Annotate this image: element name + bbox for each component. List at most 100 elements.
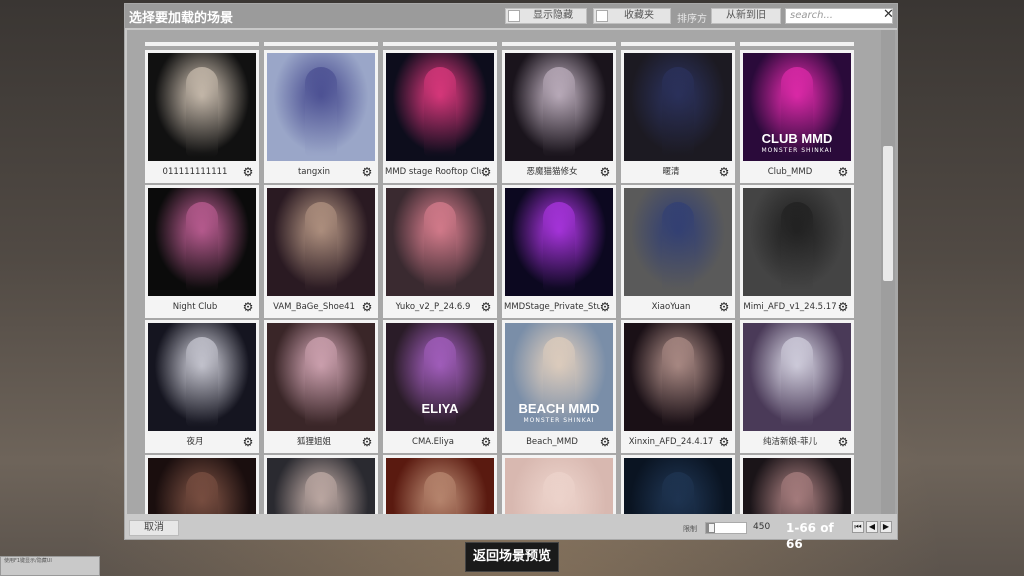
figure-silhouette <box>424 67 456 157</box>
return-to-preview-button[interactable]: 返回场景预览 <box>465 542 559 572</box>
scene-thumbnail[interactable] <box>148 323 256 431</box>
limit-value: 450 <box>753 522 771 532</box>
scene-thumbnail[interactable] <box>267 188 375 296</box>
scene-tile[interactable]: XiaoYuan ⚙ <box>621 185 735 318</box>
search-input[interactable]: search... <box>785 8 893 24</box>
favorites-checkbox[interactable] <box>596 10 608 22</box>
scene-tile[interactable]: 狐狸姐姐 ⚙ <box>264 320 378 453</box>
scene-tile[interactable]: BEACH MMD MONSTER SHINKAI Beach_MMD ⚙ <box>502 320 616 453</box>
gear-icon[interactable]: ⚙ <box>717 434 731 450</box>
gear-icon[interactable]: ⚙ <box>241 164 255 180</box>
scene-tile[interactable]: VAM_BaGe_Shoe41 ⚙ <box>264 185 378 318</box>
scene-thumbnail[interactable] <box>386 53 494 161</box>
scene-thumbnail[interactable] <box>148 458 256 514</box>
scene-tile[interactable]: Yuko_v2_P_24.6.9 ⚙ <box>383 185 497 318</box>
prev-page-icon[interactable]: ◀ <box>866 521 878 533</box>
scene-thumbnail[interactable] <box>148 188 256 296</box>
figure-silhouette <box>781 472 813 514</box>
gear-icon[interactable]: ⚙ <box>717 164 731 180</box>
scene-tile[interactable] <box>740 455 854 514</box>
show-hidden-checkbox[interactable] <box>508 10 520 22</box>
scene-label: MMD stage Rooftop Club <box>385 167 481 177</box>
first-page-icon[interactable]: ⏮ <box>852 521 864 533</box>
thumbnail-overlay-text: ELIYA <box>421 401 459 416</box>
scene-tile[interactable]: MMDStage_Private_Studio⚙ <box>502 185 616 318</box>
gear-icon[interactable]: ⚙ <box>241 434 255 450</box>
scene-thumbnail[interactable] <box>624 458 732 514</box>
figure-silhouette <box>186 67 218 157</box>
gear-icon[interactable]: ⚙ <box>479 434 493 450</box>
scene-label: VAM_BaGe_Shoe41 <box>273 302 355 312</box>
thumbnail-overlay-subtext: MONSTER SHINKAI <box>761 147 833 154</box>
gear-icon[interactable]: ⚙ <box>836 164 850 180</box>
gear-icon[interactable]: ⚙ <box>360 299 374 315</box>
gear-icon[interactable]: ⚙ <box>717 299 731 315</box>
favorites-toggle[interactable]: 收藏夹 <box>593 8 671 24</box>
scene-tile[interactable]: 纯洁新娘-菲儿 ⚙ <box>740 320 854 453</box>
scene-tile[interactable]: 暱清 ⚙ <box>621 50 735 183</box>
scene-tile[interactable]: Mimi_AFD_v1_24.5.17 ⚙ <box>740 185 854 318</box>
scene-thumbnail[interactable] <box>624 323 732 431</box>
gear-icon[interactable]: ⚙ <box>836 299 850 315</box>
scene-thumbnail[interactable] <box>505 53 613 161</box>
scene-tile[interactable]: tangxin ⚙ <box>264 50 378 183</box>
scene-tile[interactable]: CLUB MMD MONSTER SHINKAI Club_MMD ⚙ <box>740 50 854 183</box>
scene-thumbnail[interactable] <box>267 53 375 161</box>
scene-tile[interactable]: Xinxin_AFD_24.4.17 ⚙ <box>621 320 735 453</box>
show-hidden-toggle[interactable]: 显示隐藏 <box>505 8 587 24</box>
scene-tile[interactable] <box>145 455 259 514</box>
gear-icon[interactable]: ⚙ <box>360 434 374 450</box>
limit-slider-knob[interactable] <box>708 523 715 533</box>
close-icon[interactable]: ✕ <box>883 7 894 22</box>
gear-icon[interactable]: ⚙ <box>479 299 493 315</box>
figure-silhouette <box>186 472 218 514</box>
scene-label: 纯洁新娘-菲儿 <box>762 437 818 447</box>
sort-dropdown[interactable]: 从新到旧 <box>711 8 781 24</box>
scene-tile[interactable] <box>502 455 616 514</box>
favorites-label: 收藏夹 <box>624 10 654 21</box>
dialog-footer: 取消 限制 450 1-66 of 66 ⏮ ◀ ▶ <box>125 516 897 551</box>
scene-thumbnail[interactable] <box>624 53 732 161</box>
gear-icon[interactable]: ⚙ <box>241 299 255 315</box>
scene-thumbnail[interactable] <box>267 458 375 514</box>
scene-thumbnail[interactable] <box>624 188 732 296</box>
scene-thumbnail[interactable]: CLUB MMD MONSTER SHINKAI <box>743 53 851 161</box>
scene-tile[interactable]: MMD stage Rooftop Club ⚙ <box>383 50 497 183</box>
scene-thumbnail[interactable]: ELIYA <box>386 323 494 431</box>
scene-tile[interactable]: ELIYA CMA.Eliya ⚙ <box>383 320 497 453</box>
gear-icon[interactable]: ⚙ <box>360 164 374 180</box>
scene-tile[interactable]: Night Club ⚙ <box>145 185 259 318</box>
scene-thumbnail[interactable] <box>743 323 851 431</box>
scene-thumbnail[interactable]: BEACH MMD MONSTER SHINKAI <box>505 323 613 431</box>
scene-label: MMDStage_Private_Studio <box>504 302 600 312</box>
gear-icon[interactable]: ⚙ <box>836 434 850 450</box>
limit-slider[interactable] <box>705 522 747 534</box>
scene-tile[interactable]: 恶魔猫猫修女 ⚙ <box>502 50 616 183</box>
scene-thumbnail[interactable] <box>743 458 851 514</box>
scene-tile[interactable] <box>621 455 735 514</box>
scene-thumbnail[interactable] <box>148 53 256 161</box>
scene-tile[interactable]: 夜月 ⚙ <box>145 320 259 453</box>
scene-thumbnail[interactable] <box>386 188 494 296</box>
scene-thumbnail[interactable] <box>267 323 375 431</box>
figure-silhouette <box>424 472 456 514</box>
gear-icon[interactable]: ⚙ <box>479 164 493 180</box>
scene-thumbnail[interactable] <box>505 458 613 514</box>
scene-thumbnail[interactable] <box>505 188 613 296</box>
scene-label: 夜月 <box>186 437 204 447</box>
scene-thumbnail[interactable] <box>386 458 494 514</box>
scene-thumbnail[interactable] <box>743 188 851 296</box>
cancel-button[interactable]: 取消 <box>129 520 179 536</box>
gear-icon[interactable]: ⚙ <box>598 434 612 450</box>
scene-tile[interactable]: 011111111111 ⚙ <box>145 50 259 183</box>
vertical-scrollbar[interactable] <box>881 30 895 514</box>
next-page-icon[interactable]: ▶ <box>880 521 892 533</box>
scrollbar-thumb[interactable] <box>883 146 893 281</box>
scene-tile[interactable] <box>383 455 497 514</box>
thumbnail-overlay-text: BEACH MMD <box>518 401 600 416</box>
gear-icon[interactable]: ⚙ <box>598 164 612 180</box>
scene-tile[interactable] <box>264 455 378 514</box>
scene-label: 暱清 <box>662 167 680 177</box>
gear-icon[interactable]: ⚙ <box>598 299 612 315</box>
scene-label: Club_MMD <box>767 167 813 177</box>
